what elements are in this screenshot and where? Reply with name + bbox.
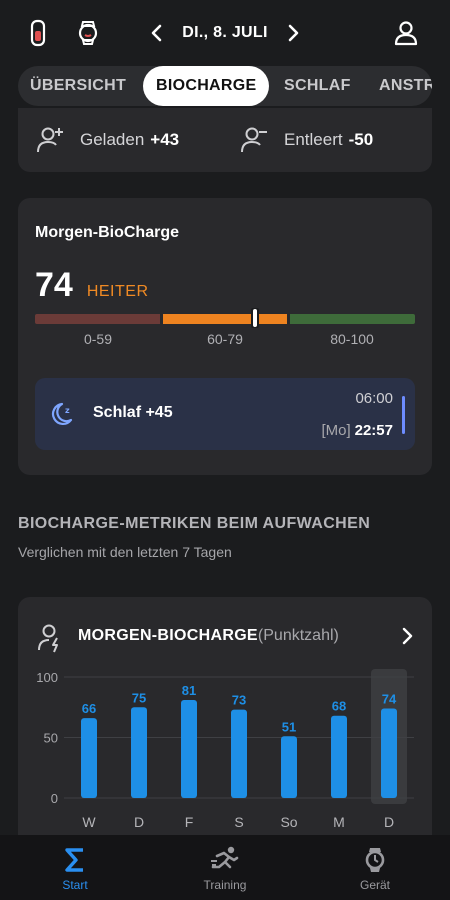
- sleep-start-time: 22:57: [354, 422, 393, 439]
- sleep-timeline-line: [402, 396, 405, 434]
- score-row: 74 HEITER: [35, 266, 149, 305]
- bar: [181, 699, 197, 798]
- tab-anstrengung[interactable]: ANSTR: [379, 66, 432, 106]
- bar: [381, 708, 397, 798]
- range-mid: [163, 314, 287, 324]
- chart-title-unit: (Punktzahl): [257, 627, 339, 644]
- x-tick-label: S: [234, 814, 243, 830]
- chart-title: MORGEN-BIOCHARGE(Punktzahl): [78, 627, 339, 645]
- x-tick-label: D: [134, 814, 144, 830]
- bar-value-label: 68: [332, 699, 346, 714]
- range-label-low: 0-59: [83, 331, 113, 347]
- watch-icon: [363, 845, 387, 875]
- range-label-high: 80-100: [330, 331, 374, 347]
- tab-biocharge[interactable]: BIOCHARGE: [143, 66, 270, 106]
- sigma-icon: [64, 847, 86, 873]
- y-tick-label: 0: [51, 791, 58, 806]
- y-tick-label: 100: [36, 670, 58, 685]
- user-minus-icon: [240, 126, 270, 154]
- sleep-end-time: 06:00: [355, 390, 393, 407]
- bar-value-label: 51: [282, 719, 296, 734]
- range-bar: [35, 308, 415, 328]
- x-tick-label: W: [82, 814, 96, 830]
- running-icon: [209, 845, 241, 873]
- x-tick-label: So: [280, 814, 297, 830]
- profile-icon[interactable]: [392, 18, 420, 48]
- chevron-left-icon[interactable]: [150, 24, 162, 42]
- tab-uebersicht[interactable]: ÜBERSICHT: [30, 66, 126, 106]
- svg-text:z: z: [65, 406, 70, 415]
- date-label[interactable]: DI., 8. JULI: [182, 24, 267, 42]
- range-label-mid: 60-79: [207, 331, 243, 347]
- drained-value: -50: [348, 130, 374, 149]
- chart-title-main: MORGEN-BIOCHARGE: [78, 627, 258, 644]
- nav-geraet-label: Gerät: [359, 878, 390, 892]
- score-status: HEITER: [86, 283, 149, 300]
- morning-title: Morgen-BioCharge: [35, 224, 179, 241]
- nav-start[interactable]: Start: [25, 835, 125, 900]
- nav-geraet[interactable]: Gerät: [325, 835, 425, 900]
- morning-biocharge-chart-card[interactable]: MORGEN-BIOCHARGE(Punktzahl) 0 50 100 66 W 75 D…: [18, 597, 432, 857]
- y-tick-label: 50: [44, 731, 58, 746]
- tab-schlaf[interactable]: SCHLAF: [284, 66, 351, 106]
- bar-value-label: 81: [182, 683, 196, 698]
- bar-value-label: 74: [382, 691, 397, 706]
- sleep-row[interactable]: z Schlaf +45 06:00 [Mo] 22:57: [35, 378, 415, 450]
- section-title: BIOCHARGE-METRIKEN BEIM AUFWACHEN: [18, 515, 371, 532]
- tab-bar: ÜBERSICHT BIOCHARGE SCHLAF ANSTR: [18, 66, 432, 106]
- bar: [81, 718, 97, 798]
- x-tick-label: D: [384, 814, 394, 830]
- drained-label: Entleert: [284, 130, 343, 149]
- bar: [281, 736, 297, 798]
- bar: [231, 709, 247, 798]
- morning-biocharge-card[interactable]: Morgen-BioCharge 74 HEITER 0-59 60-79 80…: [18, 198, 432, 475]
- nav-start-label: Start: [62, 878, 88, 892]
- bar-value-label: 73: [232, 693, 246, 708]
- bar-value-label: 75: [132, 690, 146, 705]
- bottom-nav: Start Training Gerät: [0, 835, 450, 900]
- x-tick-label: F: [185, 814, 194, 830]
- range-high: [290, 314, 415, 324]
- drained-stat: Entleert -50: [240, 120, 373, 160]
- nav-training-label: Training: [203, 878, 247, 892]
- date-selector: DI., 8. JULI: [150, 18, 300, 48]
- bar: [331, 715, 347, 798]
- charged-label: Geladen: [80, 130, 145, 149]
- nav-training[interactable]: Training: [175, 835, 275, 900]
- chevron-right-icon[interactable]: [288, 24, 300, 42]
- charge-summary-card: Geladen +43 Entleert -50: [18, 108, 432, 172]
- sleep-label: Schlaf +45: [93, 404, 173, 421]
- bar-value-label: 66: [82, 701, 96, 716]
- watch-icon[interactable]: [74, 18, 102, 48]
- moon-icon: z: [51, 400, 79, 428]
- charged-value: +43: [150, 130, 180, 149]
- bar: [131, 707, 147, 798]
- sleep-start: [Mo] 22:57: [321, 422, 393, 439]
- sleep-start-day: [Mo]: [321, 422, 351, 439]
- person-bolt-icon: [36, 623, 66, 653]
- range-low: [35, 314, 160, 324]
- charged-stat: Geladen +43: [36, 120, 179, 160]
- top-bar: DI., 8. JULI: [0, 0, 450, 66]
- chevron-right-icon[interactable]: [402, 627, 414, 645]
- range-marker: [251, 308, 259, 328]
- x-tick-label: M: [333, 814, 345, 830]
- section-subtitle: Verglichen mit den letzten 7 Tagen: [18, 544, 232, 560]
- phone-band-icon[interactable]: [24, 18, 52, 48]
- user-plus-icon: [36, 126, 66, 154]
- bar-chart: 0 50 100 66 W 75 D 81 F 73 S 51 So 68 M 74 D: [36, 669, 414, 830]
- score-value: 74: [35, 266, 73, 304]
